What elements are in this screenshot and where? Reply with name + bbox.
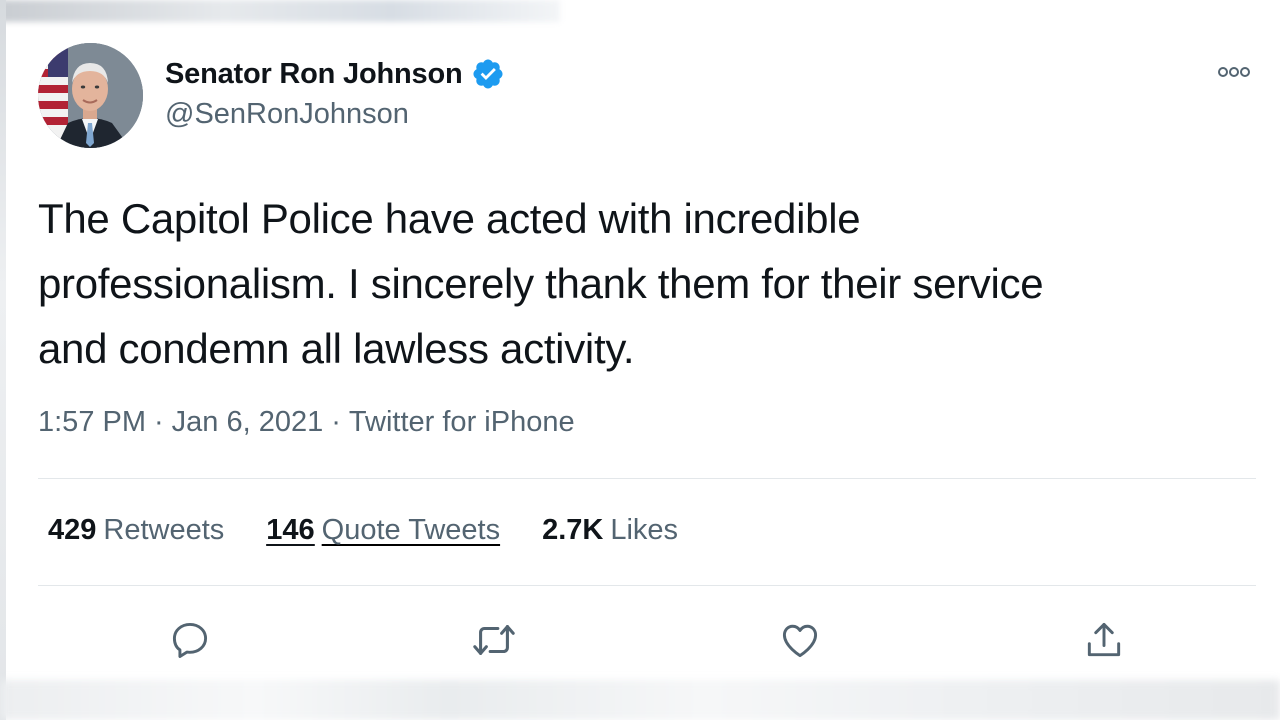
meta-separator: · [331,406,341,438]
tweet-meta: 1:57 PM · Jan 6, 2021 · Twitter for iPhone [38,406,575,439]
retweets-label: Retweets [103,514,225,546]
tweet-card: Senator Ron Johnson @SenRonJohnson The C… [0,0,1280,720]
meta-separator: · [154,406,164,438]
like-icon [782,624,818,658]
likes-count: 2.7K [542,514,604,546]
reply-button[interactable] [166,616,214,664]
likes-stat[interactable]: 2.7K Likes [542,514,678,547]
blurred-background-bottom [0,680,1280,720]
avatar-photo [38,43,143,148]
retweet-icon [473,625,515,655]
divider [38,585,1256,586]
tweet-text-line: and condemn all lawless activity. [38,325,635,372]
retweet-button[interactable] [470,616,518,664]
author-name-row: Senator Ron Johnson [165,56,505,92]
like-button[interactable] [776,616,824,664]
share-button[interactable] [1080,616,1128,664]
tweet-stats: 429 Retweets 146 Quote Tweets 2.7K Likes [48,514,720,547]
more-options-icon[interactable] [1214,60,1254,84]
blurred-background-left [0,0,6,720]
tweet-text-line: The Capitol Police have acted with incre… [38,195,861,242]
verified-badge-icon [472,59,503,89]
author-handle[interactable]: @SenRonJohnson [165,98,409,131]
tweet-text-line: professionalism. I sincerely thank them … [38,260,1044,307]
reply-icon [172,622,208,658]
avatar[interactable] [38,43,143,148]
blurred-background-top [0,0,560,22]
author-display-name[interactable]: Senator Ron Johnson [165,58,463,91]
quote-tweets-stat[interactable]: 146 Quote Tweets [266,514,500,547]
tweet-text: The Capitol Police have acted with incre… [38,186,1238,381]
divider [38,478,1256,479]
tweet-date[interactable]: Jan 6, 2021 [172,406,324,438]
likes-label: Likes [610,514,679,546]
tweet-time[interactable]: 1:57 PM [38,406,146,438]
quote-tweets-count: 146 [266,514,315,546]
quote-tweets-label: Quote Tweets [321,514,501,546]
retweets-count: 429 [48,514,97,546]
retweets-stat[interactable]: 429 Retweets [48,514,224,547]
tweet-source[interactable]: Twitter for iPhone [349,406,575,438]
share-icon [1087,622,1121,657]
